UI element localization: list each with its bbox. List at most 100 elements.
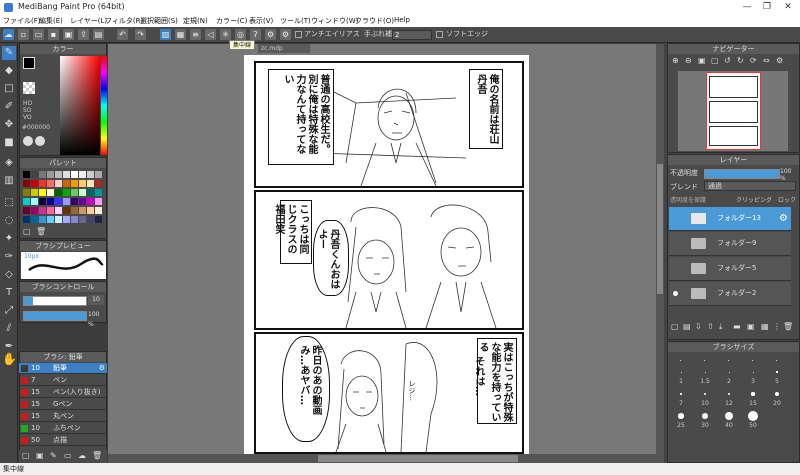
- palette-swatch[interactable]: [55, 171, 62, 178]
- palette-swatch[interactable]: [47, 198, 54, 205]
- brush-item[interactable]: 15 Gペン: [19, 399, 107, 410]
- antialias-checkbox[interactable]: [295, 31, 302, 38]
- delete-layer-icon[interactable]: 🗑: [783, 322, 793, 331]
- copy-brush-icon[interactable]: ▣: [36, 451, 44, 460]
- palette-swatch[interactable]: [95, 198, 102, 205]
- palette-swatch[interactable]: [95, 207, 102, 214]
- gradient-tool-icon[interactable]: ▥: [2, 174, 16, 188]
- brush-size-dot[interactable]: [776, 360, 777, 361]
- fit-icon[interactable]: ▣: [698, 56, 706, 65]
- bucket-tool-icon[interactable]: ◈: [2, 156, 16, 170]
- horizontal-scroll-thumb[interactable]: [318, 455, 518, 462]
- navigator-settings-icon[interactable]: ⚙: [776, 56, 783, 65]
- transparent-swatch[interactable]: [23, 82, 35, 94]
- palette-swatch[interactable]: [23, 207, 30, 214]
- operation-tool-icon[interactable]: ⤢: [2, 304, 16, 318]
- settings-icon[interactable]: ⚙: [265, 29, 276, 40]
- palette-grid[interactable]: [23, 171, 103, 225]
- palette-swatch[interactable]: [95, 189, 102, 196]
- palette-swatch[interactable]: [55, 207, 62, 214]
- undo-icon[interactable]: ↶: [117, 29, 128, 40]
- upload-icon[interactable]: ⇪: [78, 29, 89, 40]
- brush-item[interactable]: 50 点描: [19, 435, 107, 446]
- horizontal-scrollbar[interactable]: [108, 454, 664, 463]
- dot-tool-icon[interactable]: ✐: [2, 100, 16, 114]
- palette-swatch[interactable]: [55, 189, 62, 196]
- radial-line-icon[interactable]: ✳: [220, 29, 231, 40]
- layer-visibility-dot[interactable]: [673, 291, 678, 296]
- menu-ruler[interactable]: 定規(N): [183, 16, 208, 26]
- brush-size-dot[interactable]: [752, 360, 753, 361]
- layer-settings-icon[interactable]: ▦: [761, 322, 769, 331]
- brush-size-dot[interactable]: [728, 371, 730, 373]
- palette-swatch[interactable]: [63, 198, 70, 205]
- palette-swatch[interactable]: [79, 216, 86, 223]
- palette-swatch[interactable]: [47, 171, 54, 178]
- edit-brush-icon[interactable]: ✎: [50, 451, 57, 460]
- palette-swatch[interactable]: [47, 189, 54, 196]
- menu-window[interactable]: ウィンドウ(W): [311, 16, 358, 26]
- move-tool-icon[interactable]: ✥: [2, 118, 16, 132]
- palette-swatch[interactable]: [63, 189, 70, 196]
- brush-size-dot[interactable]: [680, 393, 682, 395]
- palette-swatch[interactable]: [95, 180, 102, 187]
- new-layer-type-icon[interactable]: ▤: [683, 322, 691, 331]
- text-tool-icon[interactable]: T: [2, 286, 16, 300]
- hue-slider[interactable]: [101, 56, 107, 155]
- brush-item[interactable]: 10 鉛筆 ⚙: [19, 363, 107, 374]
- save-icon[interactable]: ▣: [63, 29, 74, 40]
- lines-icon[interactable]: ≡: [190, 29, 201, 40]
- manga-page[interactable]: 俺の名前は荘山丹吾 普通の高校生だ。別に俺は特殊な能力なんて持ってない こっちは…: [244, 55, 529, 455]
- palette-swatch[interactable]: [71, 216, 78, 223]
- palette-swatch[interactable]: [47, 216, 54, 223]
- brush-size-dot[interactable]: [704, 371, 706, 373]
- palette-swatch[interactable]: [79, 207, 86, 214]
- color-settings-icon[interactable]: [35, 136, 45, 146]
- palette-swatch[interactable]: [63, 216, 70, 223]
- brush-size-dot[interactable]: [680, 371, 682, 373]
- palette-swatch[interactable]: [95, 216, 102, 223]
- palette-swatch[interactable]: [55, 180, 62, 187]
- palette-swatch[interactable]: [79, 171, 86, 178]
- brush-size-dot[interactable]: [751, 392, 755, 396]
- close-button[interactable]: ✕: [781, 1, 795, 13]
- palette-swatch[interactable]: [71, 207, 78, 214]
- palette-swatch[interactable]: [47, 180, 54, 187]
- zoom-in-icon[interactable]: ⊕: [672, 56, 679, 65]
- palette-swatch[interactable]: [23, 171, 30, 178]
- concentric-icon[interactable]: ◎: [235, 29, 246, 40]
- palette-swatch[interactable]: [55, 198, 62, 205]
- palette-swatch[interactable]: [63, 171, 70, 178]
- brush-cloud-icon[interactable]: ☁: [78, 451, 86, 460]
- palette-swatch[interactable]: [95, 171, 102, 178]
- eraser-tool-icon[interactable]: ◆: [2, 64, 16, 78]
- palette-swatch[interactable]: [23, 216, 30, 223]
- brush-item[interactable]: 15 ペン(入り抜き): [19, 387, 107, 398]
- brush-folder-icon[interactable]: ▭: [64, 451, 72, 460]
- palette-swatch[interactable]: [23, 180, 30, 187]
- perspective-icon[interactable]: ◁: [205, 29, 216, 40]
- menu-tool[interactable]: ツール(T): [280, 16, 311, 26]
- add-brush-icon[interactable]: ▢: [22, 451, 30, 460]
- palette-swatch[interactable]: [79, 189, 86, 196]
- menu-filter[interactable]: フィルタ(R): [105, 16, 143, 26]
- palette-swatch[interactable]: [63, 180, 70, 187]
- stabilizer-select[interactable]: 2: [392, 30, 432, 40]
- blend-select[interactable]: 通過: [704, 181, 796, 191]
- palette-swatch[interactable]: [31, 171, 38, 178]
- brush-size-value[interactable]: 10: [88, 295, 104, 305]
- select-eraser-icon[interactable]: ◇: [2, 268, 16, 282]
- palette-swatch[interactable]: [47, 207, 54, 214]
- soft-edge-checkbox[interactable]: [436, 31, 443, 38]
- flip-icon[interactable]: ⇔: [763, 56, 770, 65]
- palette-swatch[interactable]: [39, 171, 46, 178]
- palette-add-icon[interactable]: ▢: [23, 227, 31, 236]
- palette-swatch[interactable]: [87, 207, 94, 214]
- palette-swatch[interactable]: [87, 198, 94, 205]
- lock-checkbox[interactable]: ロック: [778, 195, 796, 204]
- palette-swatch[interactable]: [63, 207, 70, 214]
- palette-swatch[interactable]: [71, 180, 78, 187]
- palette-swatch[interactable]: [39, 216, 46, 223]
- magic-wand-icon[interactable]: ✦: [2, 232, 16, 246]
- vertical-scroll-thumb[interactable]: [657, 164, 663, 294]
